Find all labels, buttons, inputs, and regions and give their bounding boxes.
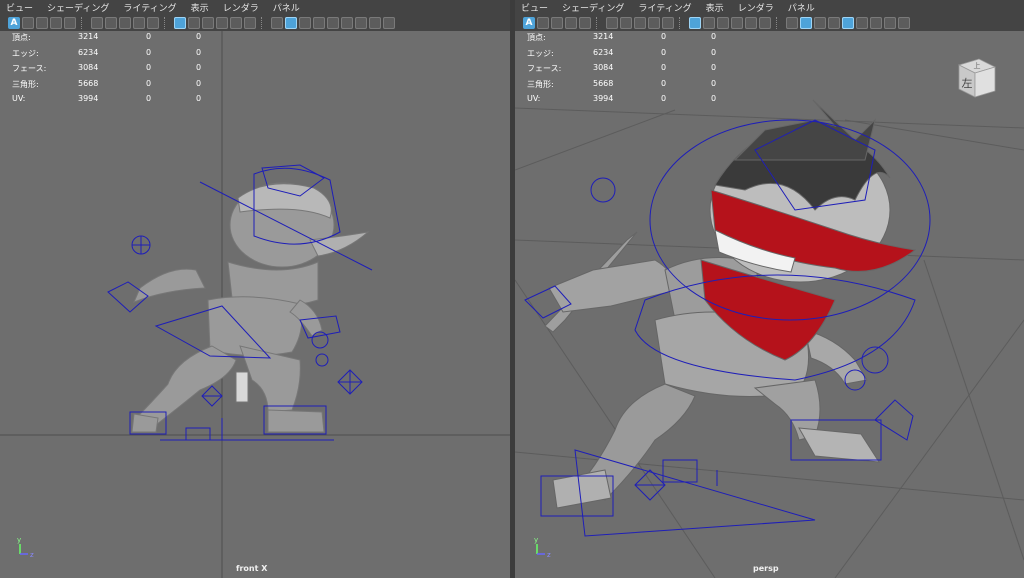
safe-title-icon[interactable] <box>731 16 743 29</box>
menu-shading[interactable]: シェーディング <box>47 1 109 14</box>
svg-text:z: z <box>30 551 34 559</box>
grease-pencil-icon[interactable] <box>105 16 117 29</box>
grid-icon[interactable] <box>689 16 701 29</box>
field-chart-icon[interactable] <box>703 16 715 29</box>
menu-panels[interactable]: パネル <box>273 1 300 14</box>
poly-count-hud: 頂点: 3214 0 0 エッジ: 6234 0 0 フェース: 3084 0 0 三角形: 566… <box>12 32 222 110</box>
film-gate-icon[interactable] <box>119 16 131 29</box>
film-gate-icon[interactable] <box>634 16 646 29</box>
hud-row-triangles: 三角形: 5668 0 0 <box>527 78 717 89</box>
svg-text:y: y <box>17 536 21 544</box>
menu-show[interactable]: 表示 <box>706 1 724 14</box>
frame-all-icon[interactable] <box>759 16 771 29</box>
wireframe-on-shaded-icon[interactable] <box>814 16 826 29</box>
selection-mode-button[interactable]: A <box>8 16 20 29</box>
view-cube-top-label: 上 <box>974 61 981 70</box>
shadows-icon[interactable] <box>856 16 868 29</box>
menu-shading[interactable]: シェーディング <box>562 1 624 14</box>
front-viewport[interactable]: y z ビュー シェーディング ライティング 表示 レンダラ パネル A 頂点:… <box>0 0 510 578</box>
shadows-icon[interactable] <box>341 16 353 29</box>
bookmark-icon[interactable] <box>50 16 62 29</box>
character-model-front[interactable] <box>131 182 370 433</box>
view-cube[interactable]: 上 左 <box>955 55 997 99</box>
camera-label-persp: persp <box>753 564 779 573</box>
image-plane-icon[interactable] <box>64 16 76 29</box>
select-camera-icon[interactable] <box>22 16 34 29</box>
left-panel-menubar: ビュー シェーディング ライティング 表示 レンダラ パネル <box>0 0 510 14</box>
wireframe-on-shaded-icon[interactable] <box>299 16 311 29</box>
frame-all-icon[interactable] <box>244 16 256 29</box>
lights-icon[interactable] <box>842 16 854 29</box>
axis-gizmo-persp: y z <box>534 536 551 559</box>
image-plane-icon[interactable] <box>579 16 591 29</box>
wireframe-icon[interactable] <box>271 16 283 29</box>
menu-renderer[interactable]: レンダラ <box>738 1 774 14</box>
camera-grid-icon[interactable] <box>230 16 242 29</box>
selection-mode-button[interactable]: A <box>523 16 535 29</box>
safe-action-icon[interactable] <box>202 16 214 29</box>
grease-pencil-icon[interactable] <box>620 16 632 29</box>
menu-show[interactable]: 表示 <box>191 1 209 14</box>
right-panel-toolbar: A <box>515 14 1024 31</box>
menu-view[interactable]: ビュー <box>6 1 33 14</box>
hud-row-edges: エッジ: 6234 0 0 <box>527 47 717 58</box>
2d-pan-icon[interactable] <box>91 16 103 29</box>
view-cube-left-label: 左 <box>962 77 973 90</box>
menu-lighting[interactable]: ライティング <box>123 1 176 14</box>
svg-text:y: y <box>534 536 538 544</box>
smooth-shade-icon[interactable] <box>800 16 812 29</box>
character-model-persp[interactable] <box>544 99 917 509</box>
xray-icon[interactable] <box>369 16 381 29</box>
textured-icon[interactable] <box>313 16 325 29</box>
hud-row-faces: フェース: 3084 0 0 <box>12 63 202 73</box>
wireframe-icon[interactable] <box>786 16 798 29</box>
menu-renderer[interactable]: レンダラ <box>223 1 259 14</box>
hud-row-uvs: UV: 3994 0 0 <box>527 94 717 103</box>
camera-grid-icon[interactable] <box>745 16 757 29</box>
left-panel-toolbar: A <box>0 14 510 31</box>
resolution-gate-icon[interactable] <box>133 16 145 29</box>
axis-gizmo-front: y z <box>17 536 34 559</box>
isolate-icon[interactable] <box>383 16 395 29</box>
gate-mask-icon[interactable] <box>147 16 159 29</box>
menu-view[interactable]: ビュー <box>521 1 548 14</box>
isolate-icon[interactable] <box>898 16 910 29</box>
camera-label-front: front X <box>236 564 268 573</box>
hud-row-faces: フェース: 3084 0 0 <box>527 63 717 73</box>
right-panel-menubar: ビュー シェーディング ライティング 表示 レンダラ パネル <box>515 0 1024 14</box>
resolution-gate-icon[interactable] <box>648 16 660 29</box>
2d-pan-icon[interactable] <box>606 16 618 29</box>
persp-viewport[interactable]: y z ビュー シェーディング ライティング 表示 レンダラ パネル A 頂点:… <box>515 0 1024 578</box>
bookmark-icon[interactable] <box>565 16 577 29</box>
lights-icon[interactable] <box>327 16 339 29</box>
camera-attributes-icon[interactable] <box>36 16 48 29</box>
menu-panels[interactable]: パネル <box>788 1 815 14</box>
hud-row-uvs: UV: 3994 0 0 <box>12 94 202 103</box>
svg-text:z: z <box>547 551 551 559</box>
safe-action-icon[interactable] <box>717 16 729 29</box>
hud-row-vertices: 頂点: 3214 0 0 <box>12 32 202 42</box>
ambient-occlusion-icon[interactable] <box>355 16 367 29</box>
hud-row-triangles: 三角形: 5668 0 0 <box>12 78 202 89</box>
camera-attributes-icon[interactable] <box>551 16 563 29</box>
gate-mask-icon[interactable] <box>662 16 674 29</box>
field-chart-icon[interactable] <box>188 16 200 29</box>
grid-icon[interactable] <box>174 16 186 29</box>
smooth-shade-icon[interactable] <box>285 16 297 29</box>
ambient-occlusion-icon[interactable] <box>870 16 882 29</box>
hud-row-edges: エッジ: 6234 0 0 <box>12 47 202 58</box>
safe-title-icon[interactable] <box>216 16 228 29</box>
textured-icon[interactable] <box>828 16 840 29</box>
menu-lighting[interactable]: ライティング <box>638 1 691 14</box>
hud-row-vertices: 頂点: 3214 0 0 <box>527 32 717 42</box>
xray-icon[interactable] <box>884 16 896 29</box>
select-camera-icon[interactable] <box>537 16 549 29</box>
poly-count-hud: 頂点: 3214 0 0 エッジ: 6234 0 0 フェース: 3084 0 0 三角形: 566… <box>527 32 737 110</box>
